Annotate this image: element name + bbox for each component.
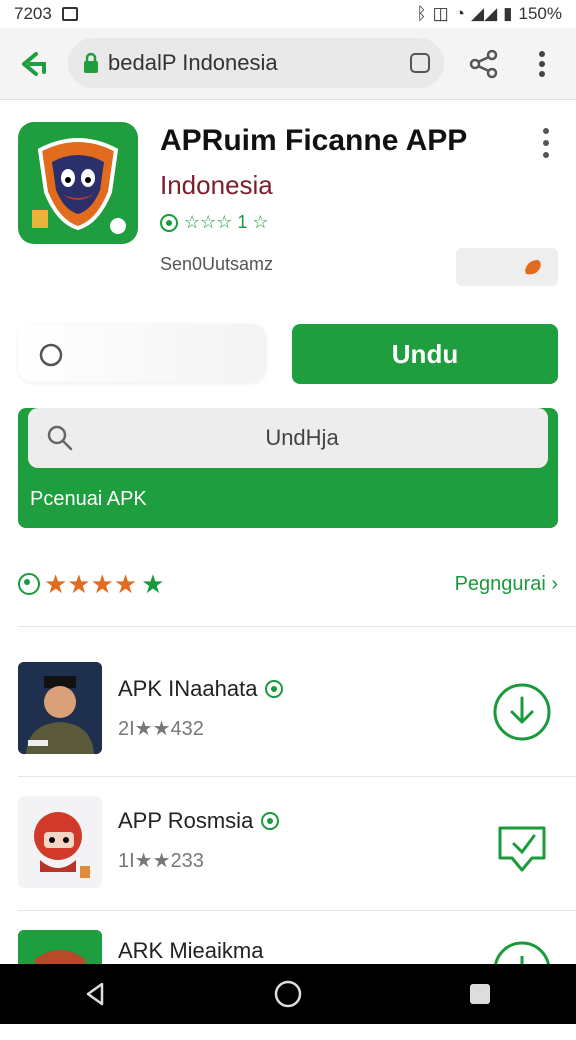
share-icon[interactable] (468, 48, 500, 80)
back-triangle-icon (86, 982, 104, 1006)
content-rating-pill[interactable] (456, 248, 558, 286)
promo-search-field[interactable]: UndHja (28, 408, 548, 468)
app-header: APRuim Ficanne APP Indonesia ☆☆☆ 1 ☆ Sen… (0, 100, 576, 310)
item-thumbnail (18, 662, 102, 754)
download-circle-icon[interactable] (492, 682, 552, 742)
notification-icon (61, 7, 78, 21)
verified-icon (265, 680, 284, 698)
wishlist-toggle[interactable] (18, 324, 266, 382)
install-icon[interactable] (492, 814, 552, 874)
item-title: APP Rosmsia (118, 808, 254, 833)
promo-label: Pcenuai APK (30, 488, 147, 510)
rating-summary-icon (18, 573, 40, 595)
download-button[interactable]: Undu (292, 324, 558, 384)
back-arrow-icon[interactable] (18, 48, 50, 80)
system-nav-bar (0, 964, 576, 1024)
divider (18, 776, 576, 777)
status-time: 7203 (14, 4, 52, 23)
item-title-row: ARK Mieaikma (118, 938, 263, 964)
promo-search-text: UndHja (265, 425, 339, 450)
see-more-link[interactable]: Pegngurai › (455, 573, 558, 596)
signal-icon: ◢◢ (471, 4, 498, 23)
search-icon (47, 425, 73, 451)
rating-badge-icon (160, 213, 178, 232)
battery-icon: ▮ (503, 4, 513, 23)
app-title: APRuim Ficanne APP (160, 124, 468, 157)
star-rating: ★★★★ ★ (18, 569, 165, 600)
developer-name: Sen0Uutsamz (160, 254, 274, 274)
home-circle-icon (274, 980, 302, 1008)
nav-back-button[interactable] (76, 974, 116, 1014)
item-title: APK INaahata (118, 676, 258, 701)
status-bar: 7203 ᛒ ◫ ◔ ◢◢ ▮ 150% (0, 0, 576, 28)
promo-banner[interactable]: UndHja Pcenuai APK (18, 408, 558, 528)
orange-stars: ★★★★ (44, 568, 138, 599)
action-row: Undu (0, 320, 576, 390)
browser-toolbar: bedalP Indonesia (0, 28, 576, 100)
green-star: ★ (141, 568, 165, 599)
lock-icon (84, 52, 98, 73)
rating-summary: ★★★★ ★ Pegngurai › (18, 564, 558, 604)
bluetooth-icon: ᛒ (416, 4, 427, 23)
app-rating: ☆☆☆ 1 ☆ (160, 212, 269, 233)
more-vertical-icon[interactable] (534, 48, 550, 80)
app-subtitle: Indonesia (160, 170, 273, 200)
item-meta: 2I★★432 (118, 718, 204, 740)
nav-home-button[interactable] (268, 974, 308, 1014)
vibrate-icon: ◫ (432, 4, 449, 23)
badge-icon (525, 260, 541, 275)
verified-icon (261, 812, 280, 830)
divider (18, 626, 576, 627)
app-more-icon[interactable] (540, 126, 552, 160)
divider (18, 910, 576, 911)
tab-switcher-icon[interactable] (408, 51, 432, 75)
radio-icon (39, 343, 63, 367)
app-icon (18, 122, 138, 244)
item-meta: 1I★★233 (118, 850, 204, 872)
item-thumbnail (18, 796, 102, 888)
item-title-row: APK INaahata (118, 676, 284, 702)
battery-percent: 150% (518, 4, 562, 23)
rating-text: ☆☆☆ 1 ☆ (184, 212, 269, 232)
wifi-icon: ◔ (454, 4, 465, 23)
url-field[interactable]: bedalP Indonesia (68, 38, 444, 88)
nav-recents-button[interactable] (460, 974, 500, 1014)
list-item[interactable]: APP Rosmsia 1I★★233 (0, 786, 576, 906)
item-title: ARK Mieaikma (118, 938, 264, 963)
item-title-row: APP Rosmsia (118, 808, 280, 834)
list-item[interactable]: APK INaahata 2I★★432 (0, 650, 576, 770)
url-text: bedalP Indonesia (108, 50, 278, 75)
recents-square-icon (470, 984, 490, 1004)
